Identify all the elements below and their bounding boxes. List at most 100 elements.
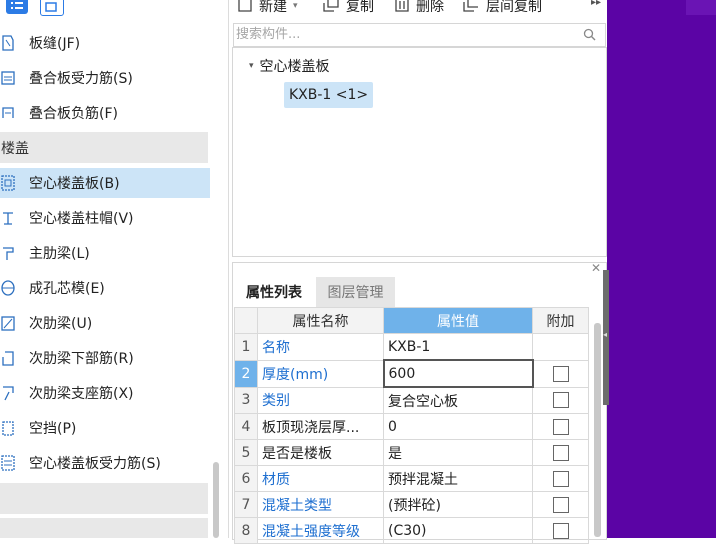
row-extra [532,439,589,466]
tree-node-root[interactable]: ▾ 空心楼盖板 [249,56,330,76]
nav-label: 空心楼盖柱帽(V) [29,211,134,227]
header-extra: 附加 [532,307,589,334]
row-index: 3 [234,386,258,414]
table-header-row: 属性名称 属性值 附加 [234,307,589,334]
table-row[interactable]: 1 名称 KXB-1 [234,333,589,361]
trash-icon [395,0,409,12]
nav-item-slab-seam[interactable]: 板缝(JF) [0,28,210,58]
row-name: 是否是楼板 [257,439,384,466]
row-value[interactable]: 复合空心板 [383,386,533,414]
component-tree: ▾ 空心楼盖板 KXB-1 <1> [232,47,607,257]
detail-view-icon[interactable] [40,0,64,16]
component-nav-panel: 板缝(JF) 叠合板受力筋(S) 叠合板负筋(F) 楼盖 空心楼盖板(B) 空心… [0,0,229,538]
row-value[interactable]: (预拌砼) [383,491,533,518]
extra-checkbox[interactable] [552,522,569,539]
nav-item-hole-core-mold[interactable]: 成孔芯模(E) [0,273,210,303]
nav-label: 板缝(JF) [29,36,81,52]
tab-label: 图层管理 [327,285,384,301]
nav-item-main-rib-beam[interactable]: 主肋梁(L) [0,238,210,268]
nav-label: 空心楼盖板(B) [29,176,120,192]
row-index: 1 [234,333,258,361]
nav-group-collapsed-1[interactable] [0,483,208,514]
canvas-element [686,0,716,15]
row-index: 5 [234,439,258,466]
attribute-table: 属性名称 属性值 附加 1 名称 KXB-1 2 厚度(mm) 600 3 类别… [234,307,589,544]
list-view-icon[interactable] [6,0,28,14]
row-name: 混凝土强度等级 [257,517,384,544]
nav-item-hollow-slab[interactable]: 空心楼盖板(B) [0,168,210,198]
extra-checkbox[interactable] [552,470,569,487]
row-extra [532,465,589,492]
close-icon[interactable]: ✕ [591,261,601,275]
row-value-editor[interactable]: 600 [382,359,534,388]
table-row[interactable]: 6 材质 预拌混凝土 [234,465,589,492]
extra-checkbox[interactable] [552,365,569,382]
tree-node-kxb-1[interactable]: KXB-1 <1> [284,82,374,108]
table-row[interactable]: 8 混凝土强度等级 (C30) [234,517,589,544]
search-box[interactable] [233,23,606,47]
row-value[interactable]: KXB-1 [383,333,533,361]
nav-label: 次肋梁下部筋(R) [29,351,134,367]
new-button[interactable]: 新建 ▾ [237,0,298,16]
row-name: 板顶现浇层厚... [257,413,384,440]
nav-item-stressed-rebar[interactable]: 叠合板受力筋(S) [0,63,210,93]
copy-label: 复制 [346,0,374,15]
nav-label: 叠合板负筋(F) [29,106,118,122]
nav-label: 次肋梁(U) [29,316,93,332]
row-extra [532,413,589,440]
copy-icon [323,0,339,12]
collapse-icon[interactable]: ▾ [249,61,254,71]
nav-item-gap[interactable]: 空挡(P) [0,413,210,443]
nav-item-column-cap[interactable]: 空心楼盖柱帽(V) [0,203,210,233]
new-dropdown-icon[interactable]: ▾ [293,1,298,11]
nav-item-secondary-rib-beam[interactable]: 次肋梁(U) [0,308,210,338]
row-index: 8 [234,517,258,544]
tab-attribute-list[interactable]: 属性列表 [233,277,315,307]
hole-core-mold-icon [1,279,15,297]
tree-root-label: 空心楼盖板 [259,59,330,75]
nav-label: 叠合板受力筋(S) [29,71,133,87]
nav-scrollbar[interactable] [213,462,219,538]
splitter-arrow-icon[interactable]: ◂ [603,330,607,339]
search-icon[interactable] [583,28,597,42]
row-value[interactable]: 是 [383,439,533,466]
hollow-slab-icon [1,174,15,192]
new-icon [238,0,252,12]
nav-item-support-rebar[interactable]: 次肋梁支座筋(X) [0,378,210,408]
row-name: 厚度(mm) [257,359,384,388]
search-input[interactable] [234,24,566,44]
table-row[interactable]: 7 混凝土类型 (预拌砼) [234,491,589,518]
stressed-rebar-icon [1,69,15,87]
row-extra [532,386,589,414]
table-row-selected[interactable]: 2 厚度(mm) 600 [234,359,589,388]
row-value[interactable]: 预拌混凝土 [383,465,533,492]
table-row[interactable]: 4 板顶现浇层厚... 0 [234,413,589,440]
nav-item-bottom-rebar[interactable]: 次肋梁下部筋(R) [0,343,210,373]
extra-checkbox[interactable] [552,418,569,435]
nav-group-floor-cover[interactable]: 楼盖 [0,132,208,163]
delete-button[interactable]: 删除 [394,0,444,16]
tab-label: 属性列表 [246,285,302,301]
nav-label: 主肋梁(L) [29,246,90,262]
tab-layer-management[interactable]: 图层管理 [316,277,395,307]
attribute-scrollbar[interactable] [594,323,601,537]
drawing-canvas[interactable] [607,0,716,538]
row-value[interactable]: 0 [383,413,533,440]
panel-splitter[interactable]: ◂ [603,270,609,405]
nav-item-hollow-slab-rebar[interactable]: 空心楼盖板受力筋(S) [0,448,210,478]
row-name: 混凝土类型 [257,491,384,518]
row-value[interactable]: (C30) [383,517,533,544]
toolbar-overflow-icon[interactable]: ▸▸ [591,0,601,8]
extra-checkbox[interactable] [552,496,569,513]
extra-checkbox[interactable] [552,392,569,409]
nav-group-collapsed-2[interactable] [0,518,208,538]
slab-seam-icon [1,34,15,52]
floor-copy-button[interactable]: 层间复制 [462,0,542,16]
bottom-rebar-icon [1,349,15,367]
extra-checkbox[interactable] [552,444,569,461]
gap-icon [1,419,15,437]
table-row[interactable]: 5 是否是楼板 是 [234,439,589,466]
table-row[interactable]: 3 类别 复合空心板 [234,386,589,414]
copy-button[interactable]: 复制 [322,0,374,16]
nav-item-negative-rebar[interactable]: 叠合板负筋(F) [0,98,210,128]
